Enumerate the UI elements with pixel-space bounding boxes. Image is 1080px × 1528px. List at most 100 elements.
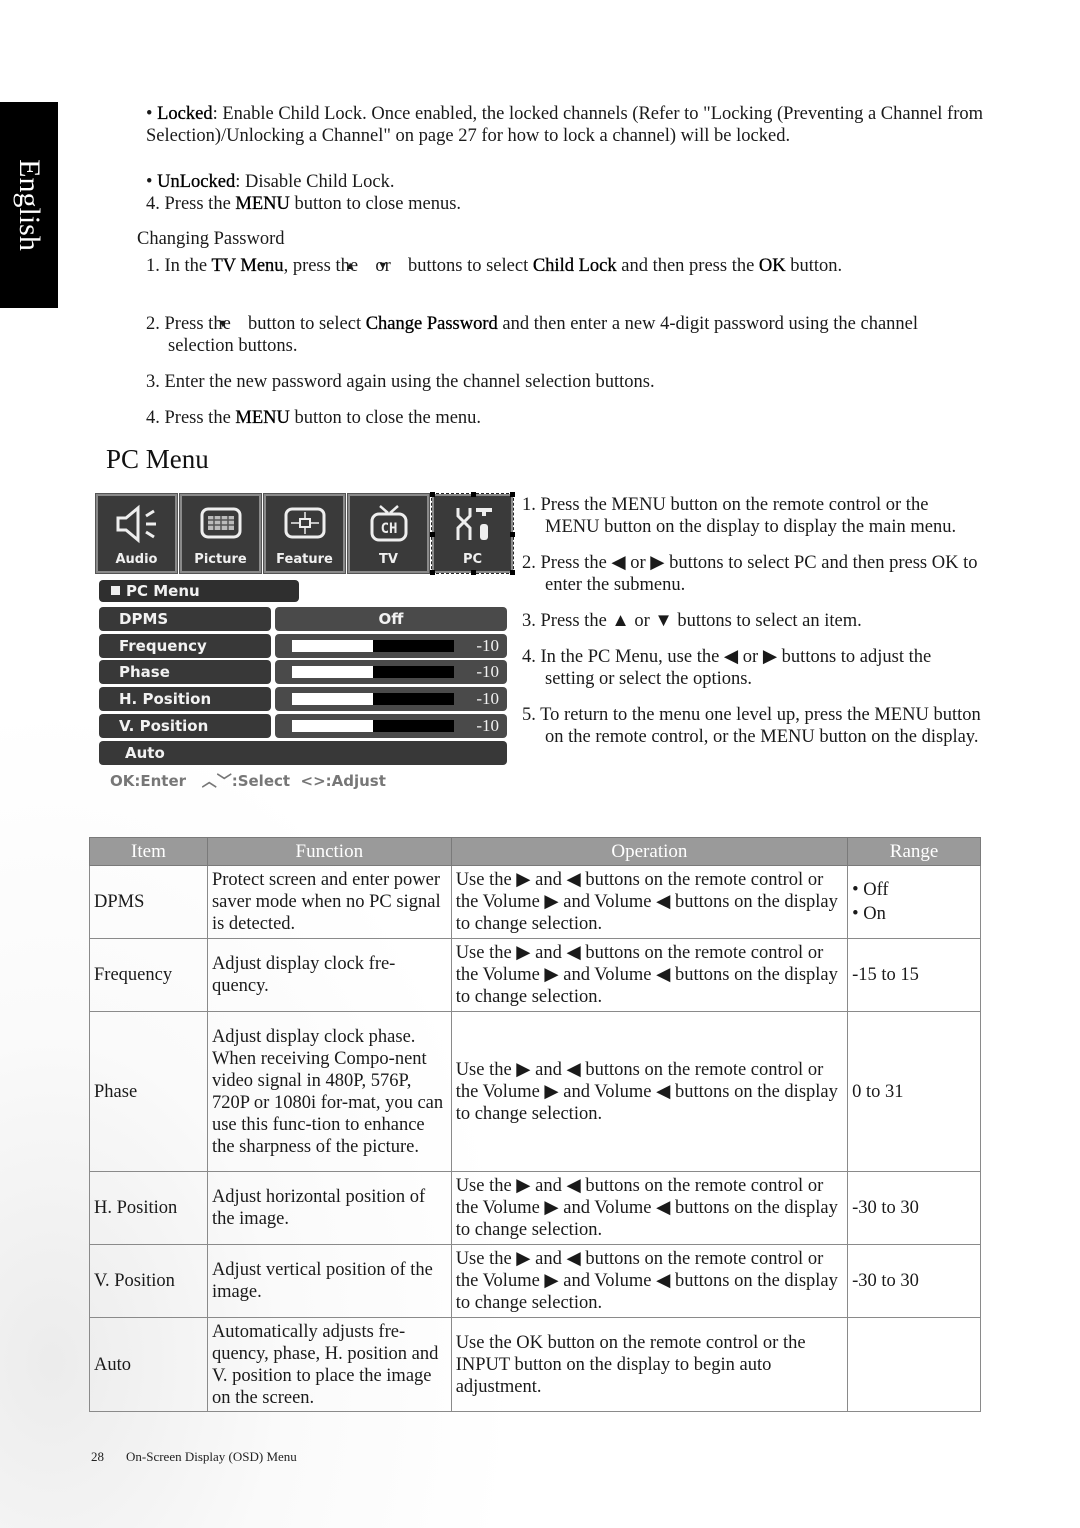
osd-menu-title: PC Menu xyxy=(99,580,299,602)
cell-function: Adjust horizontal position of the image. xyxy=(206,1171,452,1245)
password-step-3: 3. Enter the new password again using th… xyxy=(146,372,655,392)
square-bullet-icon xyxy=(111,586,120,595)
cell-range xyxy=(847,1317,981,1412)
slider-fill xyxy=(292,720,373,732)
header-function: Function xyxy=(206,837,452,866)
cell-function: Adjust display clock fre-quency. xyxy=(206,938,452,1012)
password-step-4: 4. Press the MENU button to close the me… xyxy=(146,408,482,428)
term-unlocked: UnLocked xyxy=(157,172,236,192)
cell-item: Auto xyxy=(89,1317,208,1412)
osd-slider[interactable]: -10 xyxy=(275,634,507,658)
cell-item: Phase xyxy=(89,1011,208,1172)
selection-handle xyxy=(510,532,515,537)
changing-password-heading: Changing Password xyxy=(137,229,285,249)
header-range: Range xyxy=(847,837,981,866)
cell-item: DPMS xyxy=(89,865,208,939)
cell-range: 0 to 31 xyxy=(847,1011,981,1172)
cell-operation: Use the ▶ and ◀ buttons on the remote co… xyxy=(450,1171,849,1245)
osd-illustration: Audio Picture Feature CH TV PC PC Menu D… xyxy=(95,492,515,794)
pc-menu-step: 3. Press the ▲ or ▼ buttons to select an… xyxy=(522,611,862,631)
osd-option-value[interactable]: Off xyxy=(275,607,507,631)
cell-operation: Use the ▶ and ◀ buttons on the remote co… xyxy=(450,938,849,1012)
slider-fill xyxy=(292,693,373,705)
footer-section: On-Screen Display (OSD) Menu xyxy=(126,1449,297,1464)
osd-slider[interactable]: -10 xyxy=(275,687,507,711)
option-locked: • Locked: Enable Child Lock. Once enable… xyxy=(146,104,984,146)
table-row: DPMS Protect screen and enter power save… xyxy=(89,865,981,939)
osd-tab-pc[interactable]: PC xyxy=(430,492,515,575)
selection-handle xyxy=(430,570,435,575)
header-operation: Operation xyxy=(450,837,849,866)
cell-range: -30 to 30 xyxy=(847,1171,981,1245)
slider-track xyxy=(292,720,454,732)
osd-tab-audio[interactable]: Audio xyxy=(95,493,178,574)
tv-icon: CH xyxy=(370,505,407,542)
cell-operation: Use the ▶ and ◀ buttons on the remote co… xyxy=(450,865,849,939)
picture-icon xyxy=(200,507,241,539)
cell-operation: Use the ▶ and ◀ buttons on the remote co… xyxy=(450,1244,849,1318)
speaker-icon xyxy=(116,504,156,544)
cell-item: Frequency xyxy=(89,938,208,1012)
svg-text:CH: CH xyxy=(380,521,397,537)
osd-tab-feature[interactable]: Feature xyxy=(263,493,346,574)
pc-menu-title: PC Menu xyxy=(106,444,209,474)
slider-fill xyxy=(292,666,373,678)
slider-track xyxy=(292,640,454,652)
osd-slider[interactable]: -10 xyxy=(275,714,507,738)
slider-track xyxy=(292,666,454,678)
table-row: Auto Automatically adjusts fre-quency, p… xyxy=(89,1317,981,1412)
table-row: V. Position Adjust vertical position of … xyxy=(89,1244,981,1318)
cell-operation: Use the OK button on the remote control … xyxy=(450,1317,849,1412)
selection-handle xyxy=(471,570,476,575)
table-row: Frequency Adjust display clock fre-quenc… xyxy=(89,938,981,1012)
cell-operation: Use the ▶ and ◀ buttons on the remote co… xyxy=(450,1011,849,1172)
pc-menu-step: 2. Press the ◀ or ▶ buttons to select PC… xyxy=(522,553,978,595)
language-tab: English xyxy=(0,102,58,308)
cell-range: • Off • On xyxy=(847,865,981,939)
table-header-row: Item Function Operation Range xyxy=(89,837,981,866)
selection-handle xyxy=(430,492,435,497)
selection-handle xyxy=(510,492,515,497)
password-step-1: 1. In the TV Menu, press the ▲ or ▼ butt… xyxy=(146,256,843,276)
cell-item: H. Position xyxy=(89,1171,208,1245)
selection-handle xyxy=(430,532,435,537)
pc-menu-table: Item Function Operation Range DPMS Prote… xyxy=(89,837,981,1412)
osd-row-v-position[interactable]: V. Position -10 xyxy=(99,714,507,738)
feature-icon xyxy=(284,507,325,539)
osd-row-auto[interactable]: Auto xyxy=(99,741,507,765)
osd-tab-tv[interactable]: CH TV xyxy=(347,493,430,574)
osd-row-dpms[interactable]: DPMS Off xyxy=(99,607,507,631)
cell-function: Adjust display clock phase. When receivi… xyxy=(206,1011,452,1172)
slider-track xyxy=(292,693,454,705)
page-footer: 28 On-Screen Display (OSD) Menu xyxy=(91,1449,297,1465)
term-locked: Locked xyxy=(157,104,213,124)
osd-row-phase[interactable]: Phase -10 xyxy=(99,660,507,684)
pc-menu-steps: 1. Press the MENU button on the remote c… xyxy=(522,494,982,762)
pc-menu-step: 5. To return to the menu one level up, p… xyxy=(522,705,981,747)
language-label: English xyxy=(13,159,47,251)
osd-hint-bar: OK:Enter ︿﹀:Select <>:Adjust xyxy=(110,772,386,790)
page-number: 28 xyxy=(91,1449,104,1464)
cell-function: Adjust vertical position of the image. xyxy=(206,1244,452,1318)
cell-item: V. Position xyxy=(89,1244,208,1318)
tools-icon xyxy=(456,508,492,540)
selection-handle xyxy=(510,570,515,575)
table-row: H. Position Adjust horizontal position o… xyxy=(89,1171,981,1245)
osd-row-frequency[interactable]: Frequency -10 xyxy=(99,634,507,658)
option-unlocked: • UnLocked: Disable Child Lock. xyxy=(146,172,395,192)
slider-fill xyxy=(292,640,373,652)
osd-row-h-position[interactable]: H. Position -10 xyxy=(99,687,507,711)
table-row: Phase Adjust display clock phase. When r… xyxy=(89,1011,981,1172)
child-lock-step-4: 4. Press the MENU button to close menus. xyxy=(146,194,462,214)
selection-handle xyxy=(471,492,476,497)
pc-menu-step: 1. Press the MENU button on the remote c… xyxy=(522,495,957,537)
cell-range: -30 to 30 xyxy=(847,1244,981,1318)
cell-function: Automatically adjusts fre-quency, phase,… xyxy=(206,1317,452,1412)
password-step-2: 2. Press the ▼ button to select Change P… xyxy=(146,314,919,356)
osd-tab-picture[interactable]: Picture xyxy=(179,493,262,574)
cell-function: Protect screen and enter power saver mod… xyxy=(206,865,452,939)
pc-menu-step: 4. In the PC Menu, use the ◀ or ▶ button… xyxy=(522,647,932,689)
osd-slider[interactable]: -10 xyxy=(275,660,507,684)
header-item: Item xyxy=(89,837,208,866)
cell-range: -15 to 15 xyxy=(847,938,981,1012)
